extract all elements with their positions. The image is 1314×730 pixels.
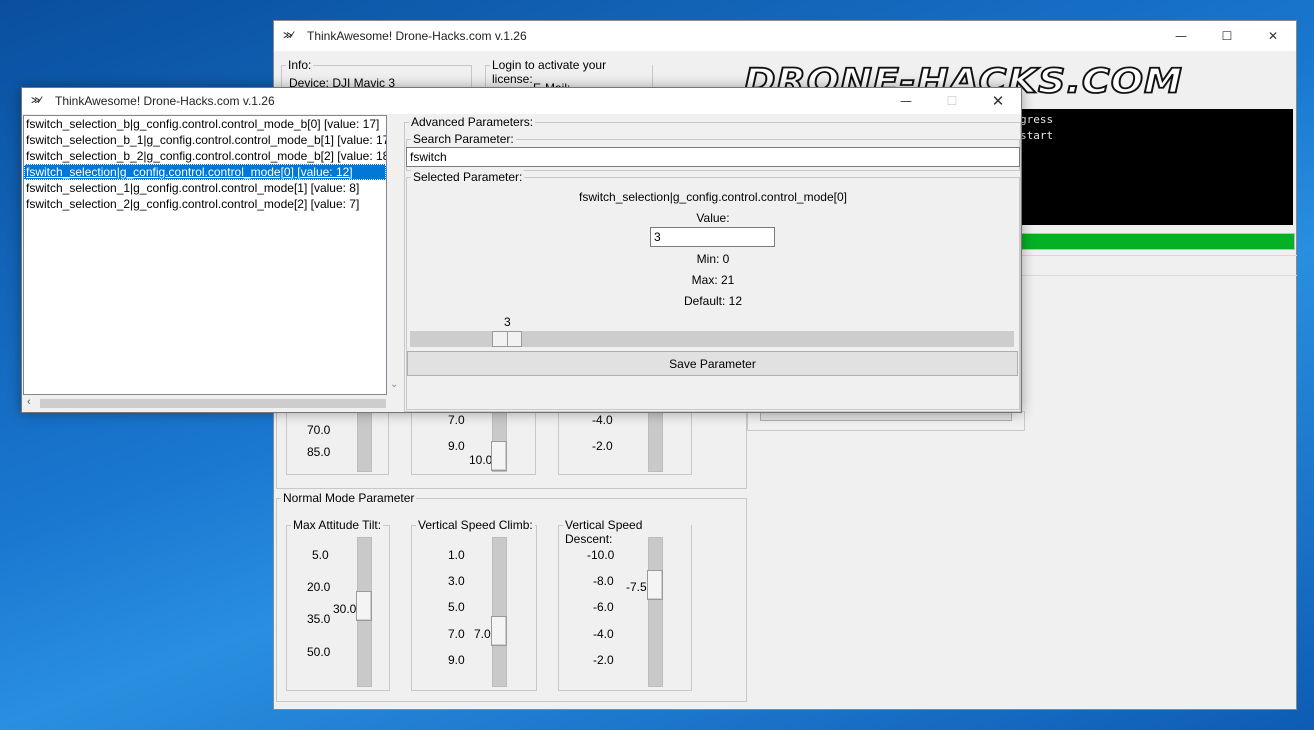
close-icon[interactable]: ✕ <box>1250 21 1296 51</box>
value-input[interactable]: 3 <box>650 227 775 247</box>
search-input[interactable]: fswitch <box>406 147 1020 167</box>
chevron-down-icon[interactable]: ⌄ <box>390 379 398 390</box>
progress-bar <box>1014 233 1295 250</box>
list-item[interactable]: fswitch_selection|g_config.control.contr… <box>24 164 386 180</box>
tick-label: 7.0 <box>448 627 465 641</box>
tick-label: 3.0 <box>448 574 465 588</box>
descent-label: Vertical Speed Descent: <box>563 518 691 546</box>
descent-slider-track[interactable] <box>648 537 663 687</box>
upper-col1-group <box>286 411 389 475</box>
upper-col3-group <box>558 411 692 475</box>
drone-icon: ≫⁄ <box>283 31 293 41</box>
max-text: Max: 21 <box>691 273 735 287</box>
minimize-icon[interactable]: — <box>883 88 929 114</box>
climb-slider-track[interactable] <box>492 537 507 687</box>
main-window-title: ThinkAwesome! Drone-Hacks.com v.1.26 <box>307 29 527 43</box>
login-group-label: Login to activate your license: <box>490 58 652 86</box>
climb-group: Vertical Speed Climb: <box>411 518 537 691</box>
close-icon[interactable]: ✕ <box>975 88 1021 114</box>
list-item[interactable]: fswitch_selection_b_1|g_config.control.c… <box>24 132 386 148</box>
descent-slider-thumb[interactable] <box>647 570 663 600</box>
tick-label: -2.0 <box>593 653 614 667</box>
minimize-icon[interactable]: — <box>1158 21 1204 51</box>
param-window-title: ThinkAwesome! Drone-Hacks.com v.1.26 <box>55 94 275 108</box>
value-slider-thumb[interactable] <box>492 331 522 347</box>
console-line: gress <box>1020 113 1054 126</box>
tick-label: 7.0 <box>448 413 465 427</box>
slider-value-label: 10.0 <box>469 453 493 467</box>
tick-label: -6.0 <box>593 600 614 614</box>
tick-label: 1.0 <box>448 548 465 562</box>
descent-group: Vertical Speed Descent: <box>558 518 692 691</box>
tick-label: 9.0 <box>448 653 465 667</box>
default-text: Default: 12 <box>683 294 743 308</box>
thumb-grip <box>507 332 508 346</box>
tick-label: 20.0 <box>307 580 331 594</box>
chevron-left-icon[interactable]: ‹ <box>27 396 31 408</box>
normal-mode-label: Normal Mode Parameter <box>281 491 417 505</box>
tick-label: -2.0 <box>592 439 613 453</box>
upper-col2-slider-thumb[interactable] <box>491 441 507 471</box>
list-item[interactable]: fswitch_selection_b_2|g_config.control.c… <box>24 148 386 164</box>
drone-icon: ≫⁄ <box>31 96 41 106</box>
tick-label: -8.0 <box>593 574 614 588</box>
vertical-scrollbar[interactable]: ⌄ <box>387 115 404 395</box>
maximize-icon: ☐ <box>946 94 958 108</box>
list-item[interactable]: fswitch_selection_1|g_config.control.con… <box>24 180 386 196</box>
parameter-window: ≫⁄ ThinkAwesome! Drone-Hacks.com v.1.26 … <box>21 87 1022 413</box>
info-group-label: Info: <box>286 58 314 72</box>
tick-label: 5.0 <box>448 600 465 614</box>
progress-fill <box>1015 234 1294 249</box>
tick-label: -10.0 <box>587 548 615 562</box>
tick-label: 5.0 <box>312 548 329 562</box>
advanced-label: Advanced Parameters: <box>409 115 536 129</box>
save-parameter-button[interactable]: Save Parameter <box>407 351 1018 376</box>
tick-label: 9.0 <box>448 439 465 453</box>
selected-label: Selected Parameter: <box>411 170 525 184</box>
divider <box>1014 275 1297 276</box>
tick-label: -4.0 <box>592 413 613 427</box>
slider-value-label: 3 <box>504 315 511 329</box>
slider-value-label: -7.5 <box>626 580 647 594</box>
tick-label: 50.0 <box>307 645 331 659</box>
upper-col3-slider-track[interactable] <box>648 411 663 472</box>
console-line: start <box>1020 129 1054 142</box>
min-text: Min: 0 <box>696 252 730 266</box>
climb-slider-thumb[interactable] <box>491 616 507 646</box>
upper-col1-slider-track[interactable] <box>357 411 372 472</box>
scrollbar-thumb[interactable] <box>40 399 386 408</box>
tick-label: 35.0 <box>307 612 331 626</box>
parameter-list[interactable]: fswitch_selection_b|g_config.control.con… <box>23 115 387 395</box>
climb-label: Vertical Speed Climb: <box>416 518 535 532</box>
maximize-icon[interactable]: ☐ <box>1204 21 1250 51</box>
slider-value-label: 7.0 <box>474 627 491 641</box>
search-label: Search Parameter: <box>411 132 516 146</box>
value-label: Value: <box>696 211 730 225</box>
main-titlebar[interactable]: ≫⁄ ThinkAwesome! Drone-Hacks.com v.1.26 … <box>274 21 1296 51</box>
param-titlebar[interactable]: ≫⁄ ThinkAwesome! Drone-Hacks.com v.1.26 … <box>22 88 1021 114</box>
divider <box>1014 255 1297 256</box>
list-item[interactable]: fswitch_selection_b|g_config.control.con… <box>24 116 386 132</box>
tick-label: -4.0 <box>593 627 614 641</box>
tick-label: 70.0 <box>307 423 331 437</box>
max-tilt-label: Max Attitude Tilt: <box>291 518 384 532</box>
slider-value-label: 30.0 <box>333 602 357 616</box>
max-tilt-slider-thumb[interactable] <box>356 591 372 621</box>
horizontal-scrollbar[interactable]: ‹ <box>23 395 404 412</box>
list-item[interactable]: fswitch_selection_2|g_config.control.con… <box>24 196 386 212</box>
selected-parameter-name: fswitch_selection|g_config.control.contr… <box>579 190 847 204</box>
console-output: gress start <box>1014 109 1293 225</box>
tick-label: 85.0 <box>307 445 331 459</box>
